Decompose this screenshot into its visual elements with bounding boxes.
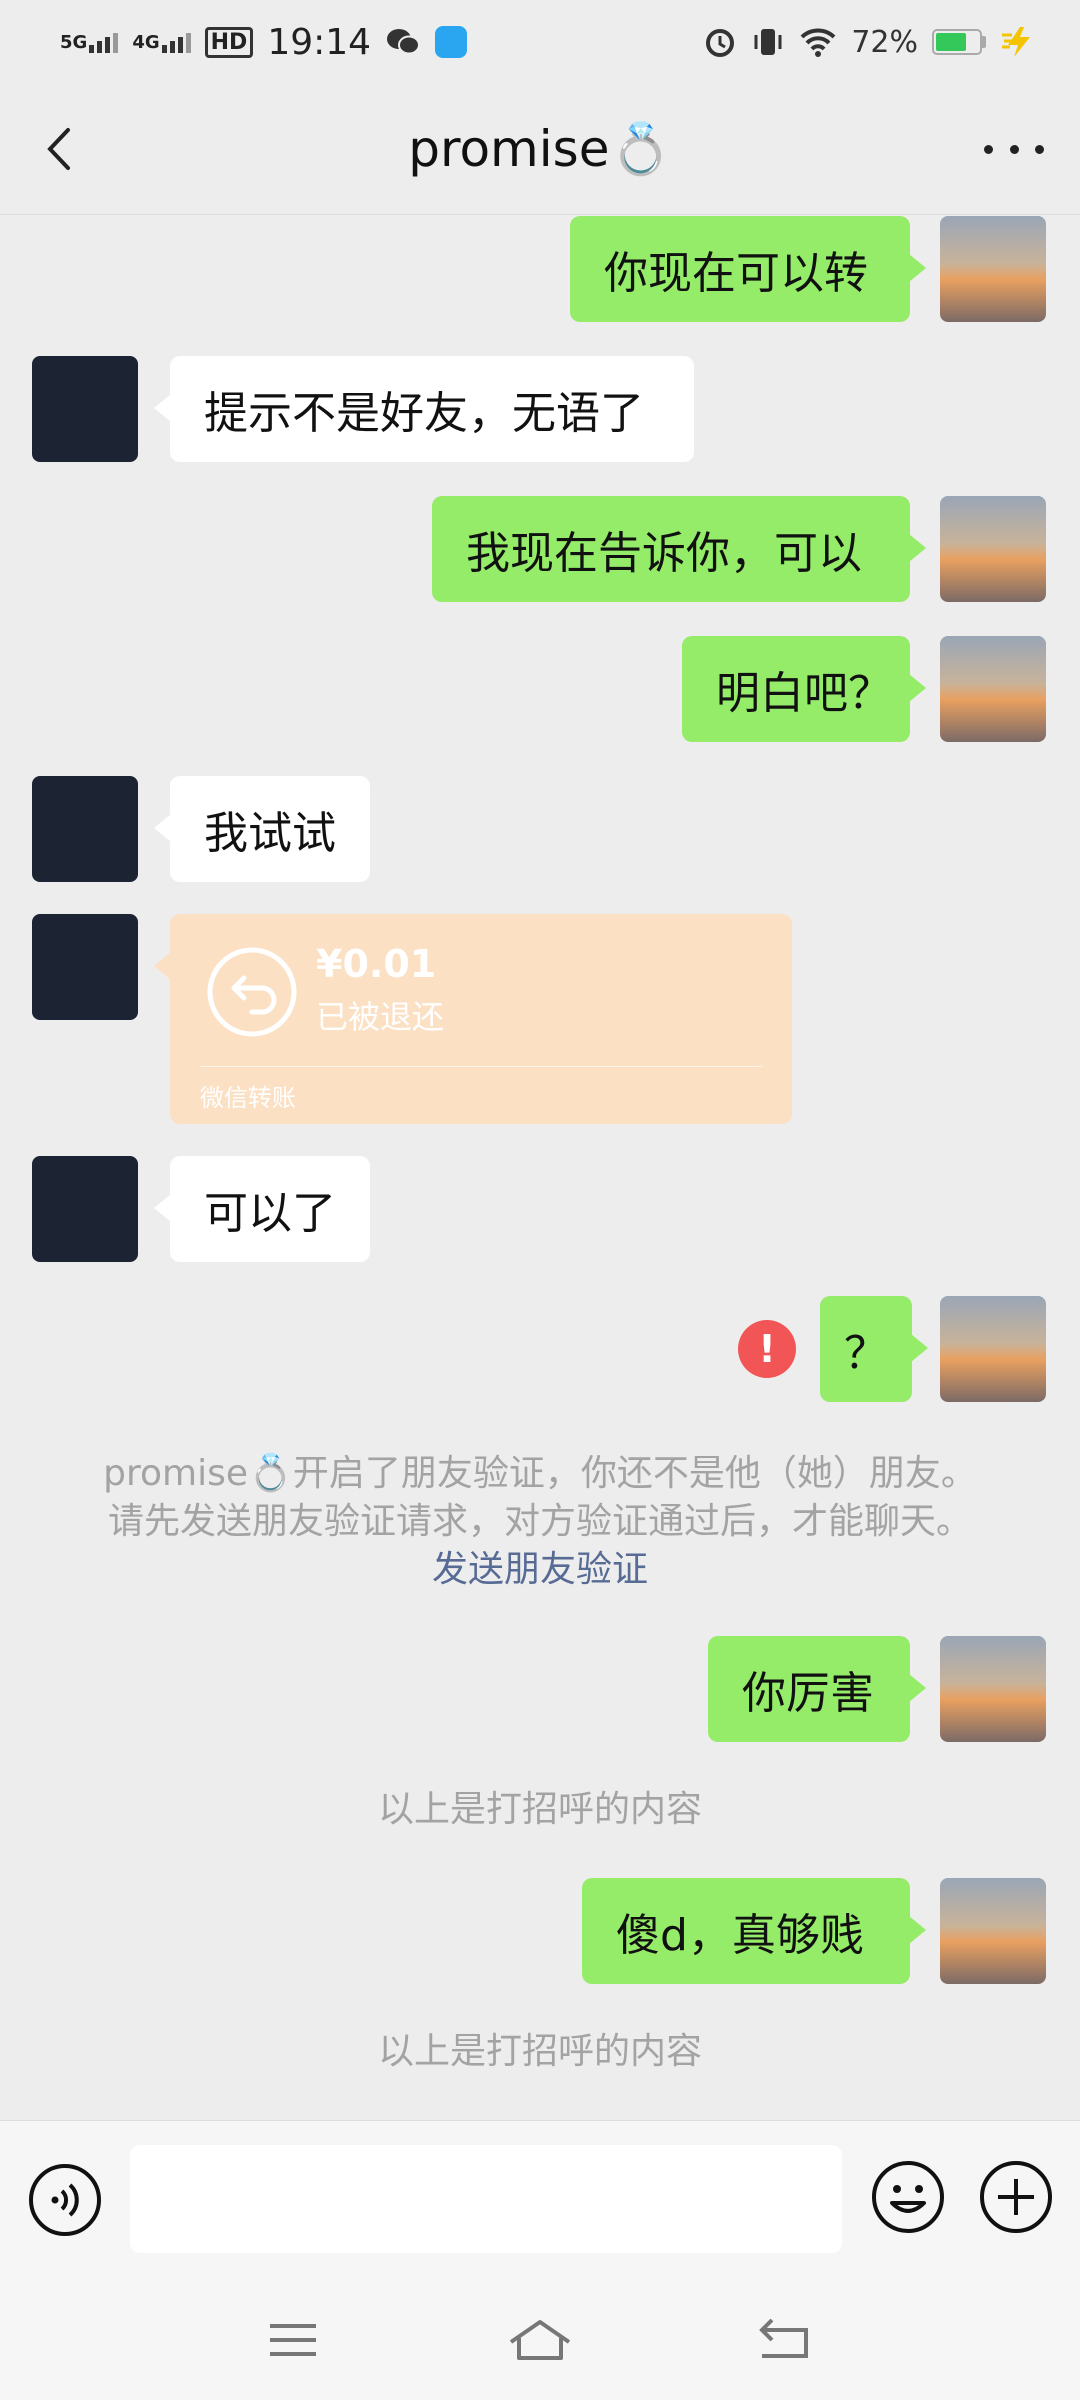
clock: 19:14 xyxy=(267,21,372,63)
charging-icon xyxy=(1002,27,1030,57)
send-verification-link[interactable]: 发送朋友验证 xyxy=(0,1546,1080,1594)
message-bubble[interactable]: 你厉害 xyxy=(708,1636,926,1742)
refund-icon xyxy=(207,947,297,1037)
signal-5g-icon: 5G xyxy=(60,31,119,53)
message-bubble[interactable]: 明白吧？ xyxy=(682,636,926,742)
emoji-icon[interactable] xyxy=(870,2159,946,2235)
signal-4g-label: 4G xyxy=(132,32,160,53)
notice-line-1: promise💍开启了朋友验证，你还不是他（她）朋友。 xyxy=(103,1453,977,1494)
message-text: 你现在可以转 xyxy=(604,248,868,299)
alarm-icon xyxy=(706,29,735,57)
my-avatar[interactable] xyxy=(940,1636,1046,1742)
status-bar: 5G 4G HD 19:14 72% xyxy=(0,0,1080,84)
signal-5g-label: 5G xyxy=(60,32,88,53)
message-bubble[interactable]: 提示不是好友，无语了 xyxy=(154,356,694,462)
contact-avatar[interactable] xyxy=(32,1156,138,1262)
signal-4g-icon: 4G xyxy=(132,31,191,53)
my-avatar[interactable] xyxy=(940,636,1046,742)
plus-icon[interactable] xyxy=(978,2159,1054,2235)
message-input[interactable] xyxy=(130,2145,842,2253)
message-bubble[interactable]: 傻d，真够贱 xyxy=(582,1878,926,1984)
greeting-notice: 以上是打招呼的内容 xyxy=(377,1789,702,1830)
contact-avatar[interactable] xyxy=(32,356,138,462)
chat-header: promise💍 xyxy=(0,84,1080,215)
message-text: 提示不是好友，无语了 xyxy=(204,388,644,439)
my-avatar[interactable] xyxy=(940,1878,1046,1984)
transfer-amount: ¥0.01 xyxy=(316,942,437,986)
message-bubble[interactable]: 你现在可以转 xyxy=(570,216,926,322)
message-bubble[interactable]: ？ xyxy=(820,1296,928,1402)
message-text: ？ xyxy=(844,1328,888,1379)
message-text: 明白吧？ xyxy=(716,668,892,719)
my-avatar[interactable] xyxy=(940,216,1046,322)
contact-avatar[interactable] xyxy=(32,776,138,882)
greeting-notice: 以上是打招呼的内容 xyxy=(377,2031,702,2072)
transfer-card[interactable]: ¥0.01 已被退还 微信转账 xyxy=(154,914,792,1124)
send-failed-icon[interactable]: ! xyxy=(738,1320,796,1378)
back-icon[interactable] xyxy=(752,2310,822,2370)
friend-verification-notice: promise💍开启了朋友验证，你还不是他（她）朋友。 请先发送朋友验证请求，对… xyxy=(0,1450,1080,1594)
divider xyxy=(200,1066,762,1067)
message-text: 我试试 xyxy=(204,808,336,859)
system-nav-bar xyxy=(0,2280,1080,2400)
more-dots-icon[interactable] xyxy=(984,124,1044,174)
input-bar xyxy=(0,2120,1080,2281)
message-bubble[interactable]: 我现在告诉你，可以 xyxy=(432,496,926,602)
hd-voice-icon: HD xyxy=(204,26,254,58)
home-icon[interactable] xyxy=(505,2310,575,2370)
notice-line-2: 请先发送朋友验证请求，对方验证通过后，才能聊天。 xyxy=(107,1501,972,1542)
my-avatar[interactable] xyxy=(940,496,1046,602)
transfer-status: 已被退还 xyxy=(316,998,445,1036)
menu-icon[interactable] xyxy=(258,2310,328,2370)
chat-title: promise💍 xyxy=(408,119,672,178)
battery-percent: 72% xyxy=(851,24,918,60)
chevron-left-icon[interactable] xyxy=(36,124,86,174)
message-text: 我现在告诉你，可以 xyxy=(466,528,862,579)
my-avatar[interactable] xyxy=(940,1296,1046,1402)
voice-icon[interactable] xyxy=(28,2163,102,2237)
message-text: 可以了 xyxy=(204,1188,336,1239)
message-text: 傻d，真够贱 xyxy=(616,1910,864,1961)
message-bubble[interactable]: 可以了 xyxy=(154,1156,370,1262)
wechat-notification-icon xyxy=(387,29,421,55)
contact-avatar[interactable] xyxy=(32,914,138,1020)
battery-icon xyxy=(932,29,986,55)
message-bubble[interactable]: 我试试 xyxy=(154,776,370,882)
vibrate-icon xyxy=(754,29,782,55)
app-notification-icon xyxy=(435,26,468,58)
transfer-label: 微信转账 xyxy=(200,1084,296,1112)
wifi-icon xyxy=(800,28,836,57)
message-text: 你厉害 xyxy=(742,1668,874,1719)
